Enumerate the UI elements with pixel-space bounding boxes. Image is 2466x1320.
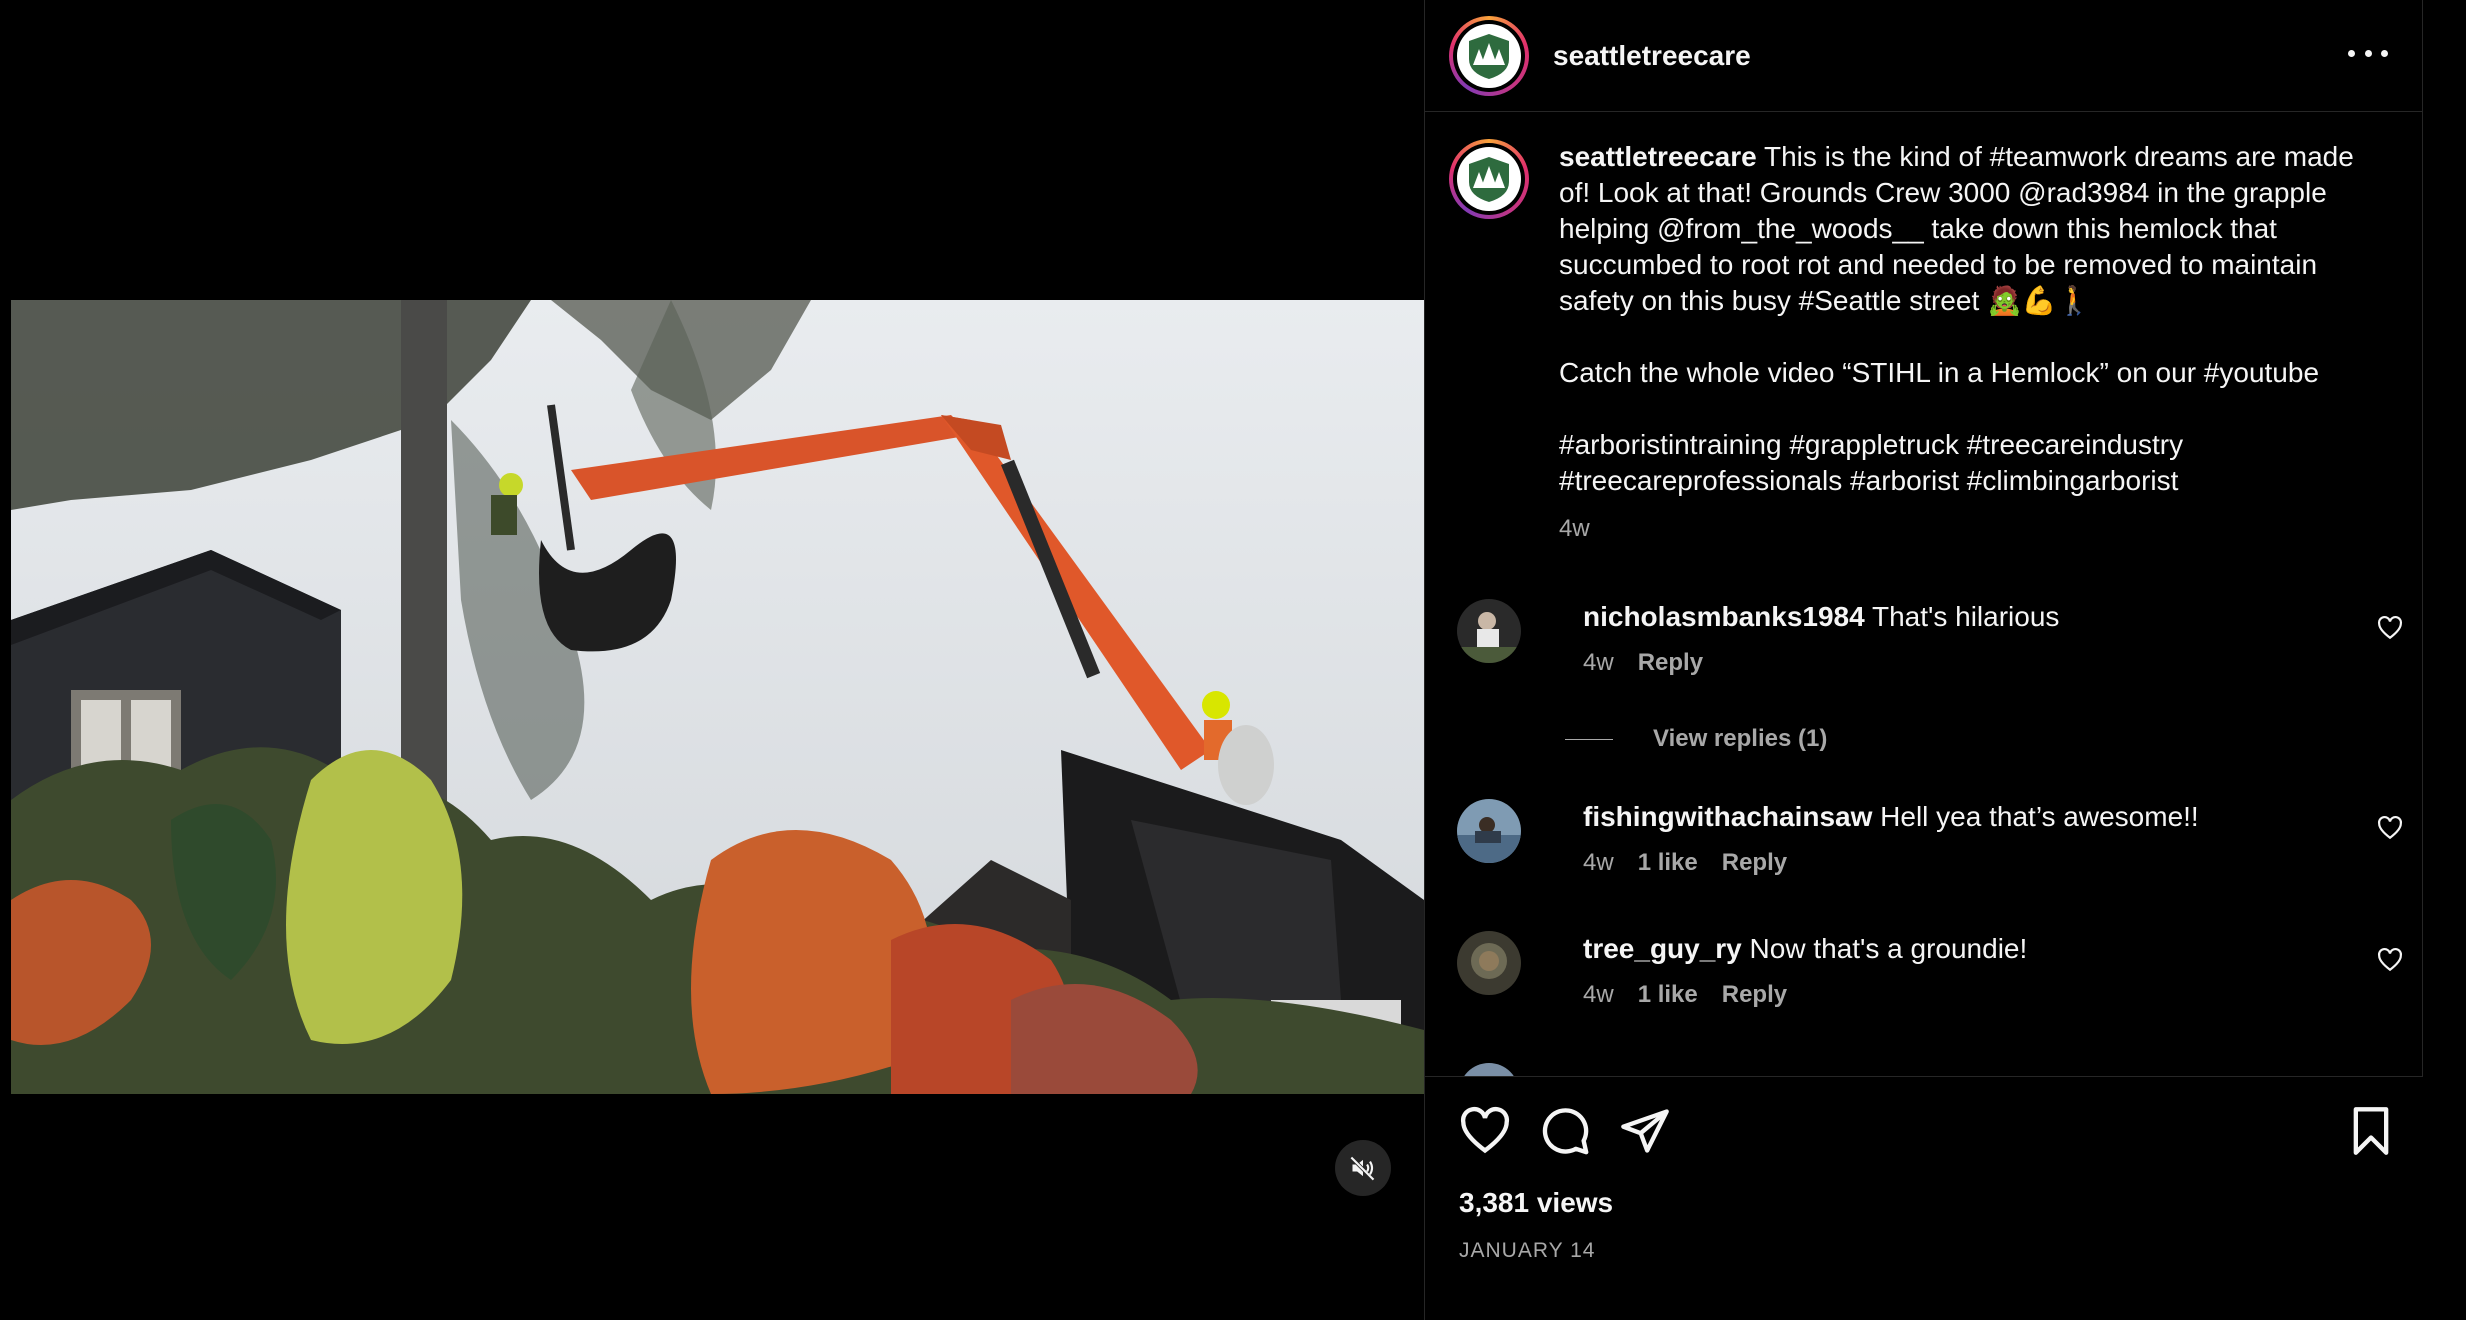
tree-logo-icon — [1469, 157, 1509, 202]
comment-body: Hell yea that’s awesome!! — [1880, 801, 2199, 832]
caption-author-avatar[interactable] — [1449, 139, 1529, 219]
comment-likes[interactable]: 1 like — [1638, 981, 1698, 1009]
mute-toggle-button[interactable] — [1335, 1140, 1391, 1196]
next-comment-avatar-peek — [1459, 1063, 1519, 1076]
replies-divider — [1565, 738, 1613, 740]
comment-username[interactable]: fishingwithachainsaw — [1583, 801, 1872, 832]
comment-time[interactable]: 4w — [1583, 981, 1614, 1009]
muted-speaker-icon — [1350, 1156, 1375, 1181]
post-details-panel: seattletreecare seattletreecare This is … — [1424, 0, 2424, 1320]
post-actions: 3,381 views JANUARY 14 — [1425, 1076, 2424, 1320]
post-header: seattletreecare — [1425, 0, 2424, 112]
video-frame — [11, 300, 1424, 1094]
more-options-button[interactable] — [2348, 38, 2388, 68]
comment-text: tree_guy_ry Now that's a groundie! — [1583, 931, 2323, 967]
tree-logo-icon — [1469, 33, 1509, 79]
comment-like-icon[interactable] — [2377, 947, 2403, 973]
comment-username[interactable]: nicholasmbanks1984 — [1583, 601, 1865, 632]
commenter-avatar[interactable] — [1457, 599, 1521, 663]
comment-username[interactable]: tree_guy_ry — [1583, 933, 1742, 964]
comment-meta: 4w 1 like Reply — [1583, 981, 1787, 1009]
commenter-avatar[interactable] — [1457, 799, 1521, 863]
media-viewer — [0, 0, 1424, 1320]
comment-text: fishingwithachainsaw Hell yea that’s awe… — [1583, 799, 2323, 835]
caption-timestamp[interactable]: 4w — [1559, 511, 2379, 547]
caption-username[interactable]: seattletreecare — [1559, 141, 1757, 172]
comment-time[interactable]: 4w — [1583, 849, 1614, 877]
view-count[interactable]: 3,381 views — [1459, 1187, 1613, 1219]
comment-likes[interactable]: 1 like — [1638, 849, 1698, 877]
paper-plane-icon[interactable] — [1619, 1105, 1671, 1157]
comment-reply-button[interactable]: Reply — [1638, 649, 1703, 677]
comments-section: seattletreecare This is the kind of #tea… — [1425, 113, 2424, 1076]
caption-hashtags: #arboristintraining #grappletruck #treec… — [1559, 429, 2191, 496]
commenter-avatar[interactable] — [1457, 931, 1521, 995]
more-options-icon — [2348, 49, 2355, 57]
view-replies-label: View replies (1) — [1653, 725, 1828, 752]
comment-bubble-icon[interactable] — [1539, 1105, 1591, 1157]
caption-body: seattletreecare This is the kind of #tea… — [1559, 139, 2379, 547]
view-replies-button[interactable]: View replies (1) — [1565, 725, 1827, 753]
heart-icon[interactable] — [1459, 1105, 1511, 1157]
caption-text-2: Catch the whole video “STIHL in a Hemloc… — [1559, 357, 2320, 388]
comment-body: That's hilarious — [1871, 601, 2060, 632]
comment-meta: 4w 1 like Reply — [1583, 849, 1787, 877]
comment-like-icon[interactable] — [2377, 615, 2403, 641]
comment-reply-button[interactable]: Reply — [1722, 849, 1787, 877]
comment-reply-button[interactable]: Reply — [1722, 981, 1787, 1009]
comment-time[interactable]: 4w — [1583, 649, 1614, 677]
author-username[interactable]: seattletreecare — [1553, 40, 1751, 72]
comment-like-icon[interactable] — [2377, 815, 2403, 841]
post-caption: seattletreecare This is the kind of #tea… — [1449, 139, 2389, 547]
right-gutter — [2423, 0, 2466, 1320]
comment-meta: 4w Reply — [1583, 649, 1703, 677]
post-date[interactable]: JANUARY 14 — [1459, 1239, 1595, 1263]
bookmark-icon[interactable] — [2345, 1105, 2397, 1157]
comment-body: Now that's a groundie! — [1749, 933, 2028, 964]
post-video[interactable] — [11, 300, 1424, 1094]
comment-text: nicholasmbanks1984 That's hilarious — [1583, 599, 2323, 635]
author-avatar[interactable] — [1449, 15, 1529, 96]
